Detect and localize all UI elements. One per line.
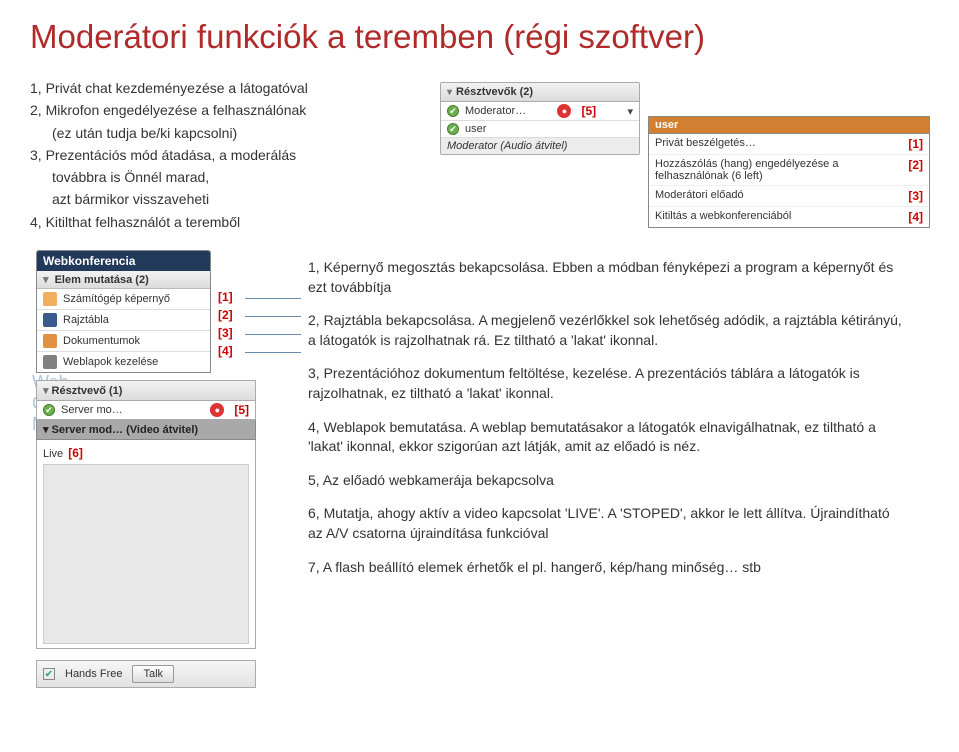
webkonf-sub[interactable]: ▾ Elem mutatása (2) xyxy=(37,271,210,289)
menu-label: Kitiltás a webkonferenciából xyxy=(655,210,791,224)
participants-panel: ▾ Résztvevők (2) ✔ Moderator… ● [5] ▾ ✔ … xyxy=(440,82,640,155)
bullet-3-sub1: továbbra is Önnél marad, xyxy=(30,167,390,187)
menu-label: Privát beszélgetés… xyxy=(655,137,756,151)
monitor-icon xyxy=(43,292,57,306)
video-box: Live [6] xyxy=(36,440,256,649)
webkonferencia-panel: Webkonferencia ▾ Elem mutatása (2) Számí… xyxy=(36,250,211,373)
moderator-audio-label: Moderator (Audio átvitel) xyxy=(447,140,567,152)
menu-item-presenter[interactable]: Moderátori előadó [3] xyxy=(649,186,929,207)
participants-title: Résztvevők (2) xyxy=(456,86,533,98)
arrow-line xyxy=(245,298,301,299)
menu-item-private-chat[interactable]: Privát beszélgetés… [1] xyxy=(649,134,929,155)
menu-label: Moderátori előadó xyxy=(655,189,744,203)
video-placeholder xyxy=(43,464,249,644)
context-menu-head: user xyxy=(649,117,929,134)
annotation-tag: [1] xyxy=(908,137,923,151)
server-mod-label: Server mod… (Video átvitel) xyxy=(52,424,199,436)
participant-row[interactable]: ✔ user xyxy=(441,121,639,138)
mic-icon: ● xyxy=(557,104,571,118)
talk-button[interactable]: Talk xyxy=(132,665,174,683)
chevron-down-icon: ▾ xyxy=(43,274,49,286)
participant-name: user xyxy=(465,123,486,135)
webkonf-title: Webkonferencia xyxy=(37,251,210,271)
annotation-tag: [5] xyxy=(581,104,596,118)
explain-6: 6, Mutatja, ahogy aktív a video kapcsola… xyxy=(308,504,908,543)
sidebar-item-label: Dokumentumok xyxy=(63,335,140,347)
server-mod-video-bar: ▾ Server mod… (Video átvitel) xyxy=(36,420,256,440)
status-icon: ✔ xyxy=(447,105,459,117)
arrow-line xyxy=(245,352,301,353)
chevron-down-icon: ▾ xyxy=(447,87,452,98)
participant-row[interactable]: ✔ Moderator… ● [5] ▾ xyxy=(441,102,639,121)
arrow-line xyxy=(245,316,301,317)
status-icon: ✔ xyxy=(43,404,55,416)
hands-free-bar: ✔ Hands Free Talk xyxy=(36,660,256,688)
annotation-tag: [2] xyxy=(908,158,923,182)
page-title: Moderátori funkciók a teremben (régi szo… xyxy=(30,18,929,56)
annotation-tag: [6] xyxy=(68,446,83,460)
explain-2: 2, Rajztábla bekapcsolása. A megjelenő v… xyxy=(308,311,908,350)
chevron-down-icon: ▾ xyxy=(43,423,49,436)
annotation-tag: [4] xyxy=(218,344,233,358)
sidebar-item-label: Rajztábla xyxy=(63,314,109,326)
live-text: Live xyxy=(43,448,63,460)
explain-4: 4, Weblapok bemutatása. A weblap bemutat… xyxy=(308,418,908,457)
sidebar-item-whiteboard[interactable]: Rajztábla xyxy=(37,310,210,331)
annotation-tag: [1] xyxy=(218,290,233,304)
sidebar-item-label: Számítógép képernyő xyxy=(63,293,170,305)
annotation-tag: [3] xyxy=(908,189,923,203)
chevron-down-icon: ▾ xyxy=(627,105,633,118)
sidebar-item-label: Weblapok kezelése xyxy=(63,356,158,368)
bullet-4: 4, Kitilthat felhasználót a teremből xyxy=(30,212,390,232)
annotation-tag: [3] xyxy=(218,326,233,340)
context-menu: user Privát beszélgetés… [1] Hozzászólás… xyxy=(648,116,930,228)
hands-free-checkbox[interactable]: ✔ xyxy=(43,668,55,680)
participant-video-panel: ▾ Résztvevő (1) ✔ Server mo… ● [5] ▾ Ser… xyxy=(36,380,256,649)
sidebar-item-documents[interactable]: Dokumentumok xyxy=(37,331,210,352)
webkonf-sub-label: Elem mutatása (2) xyxy=(55,274,149,286)
bullet-3: 3, Prezentációs mód átadása, a moderálás xyxy=(30,145,390,165)
explain-7: 7, A flash beállító elemek érhetők el pl… xyxy=(308,558,908,578)
whiteboard-icon xyxy=(43,313,57,327)
explain-5: 5, Az előadó webkamerája bekapcsolva xyxy=(308,471,908,491)
sidebar-item-screen[interactable]: Számítógép képernyő xyxy=(37,289,210,310)
bullet-2-sub: (ez után tudja be/ki kapcsolni) xyxy=(30,123,390,143)
bullet-3-sub2: azt bármikor visszaveheti xyxy=(30,189,390,209)
menu-item-ban[interactable]: Kitiltás a webkonferenciából [4] xyxy=(649,207,929,227)
menu-item-allow-voice[interactable]: Hozzászólás (hang) engedélyezése a felha… xyxy=(649,155,929,186)
participant-row[interactable]: ✔ Server mo… ● [5] xyxy=(36,401,256,420)
bullet-1: 1, Privát chat kezdeményezése a látogató… xyxy=(30,78,390,98)
menu-label: Hozzászólás (hang) engedélyezése a felha… xyxy=(655,158,908,182)
participants-head[interactable]: ▾ Résztvevők (2) xyxy=(441,83,639,102)
moderator-audio-row: Moderator (Audio átvitel) xyxy=(441,138,639,154)
chevron-down-icon: ▾ xyxy=(43,384,49,397)
arrow-line xyxy=(245,334,301,335)
annotation-tag: [5] xyxy=(234,403,249,417)
mic-icon: ● xyxy=(210,403,224,417)
live-label: Live [6] xyxy=(43,446,83,460)
document-icon xyxy=(43,334,57,348)
participant-name: Moderator… xyxy=(465,105,526,117)
status-icon: ✔ xyxy=(447,123,459,135)
globe-icon xyxy=(43,355,57,369)
sidebar-item-webpages[interactable]: Weblapok kezelése xyxy=(37,352,210,372)
resv-title: Résztvevő (1) xyxy=(52,385,123,397)
participant-name: Server mo… xyxy=(61,404,123,416)
annotation-tag: [4] xyxy=(908,210,923,224)
explanation-column: 1, Képernyő megosztás bekapcsolása. Ebbe… xyxy=(308,258,908,591)
explain-1: 1, Képernyő megosztás bekapcsolása. Ebbe… xyxy=(308,258,908,297)
annotation-tag: [2] xyxy=(218,308,233,322)
bullet-2: 2, Mikrofon engedélyezése a felhasználón… xyxy=(30,100,390,120)
resv-head[interactable]: ▾ Résztvevő (1) xyxy=(36,380,256,401)
hands-free-label: Hands Free xyxy=(65,668,122,680)
explain-3: 3, Prezentációhoz dokumentum feltöltése,… xyxy=(308,364,908,403)
bullet-list: 1, Privát chat kezdeményezése a látogató… xyxy=(30,78,390,232)
